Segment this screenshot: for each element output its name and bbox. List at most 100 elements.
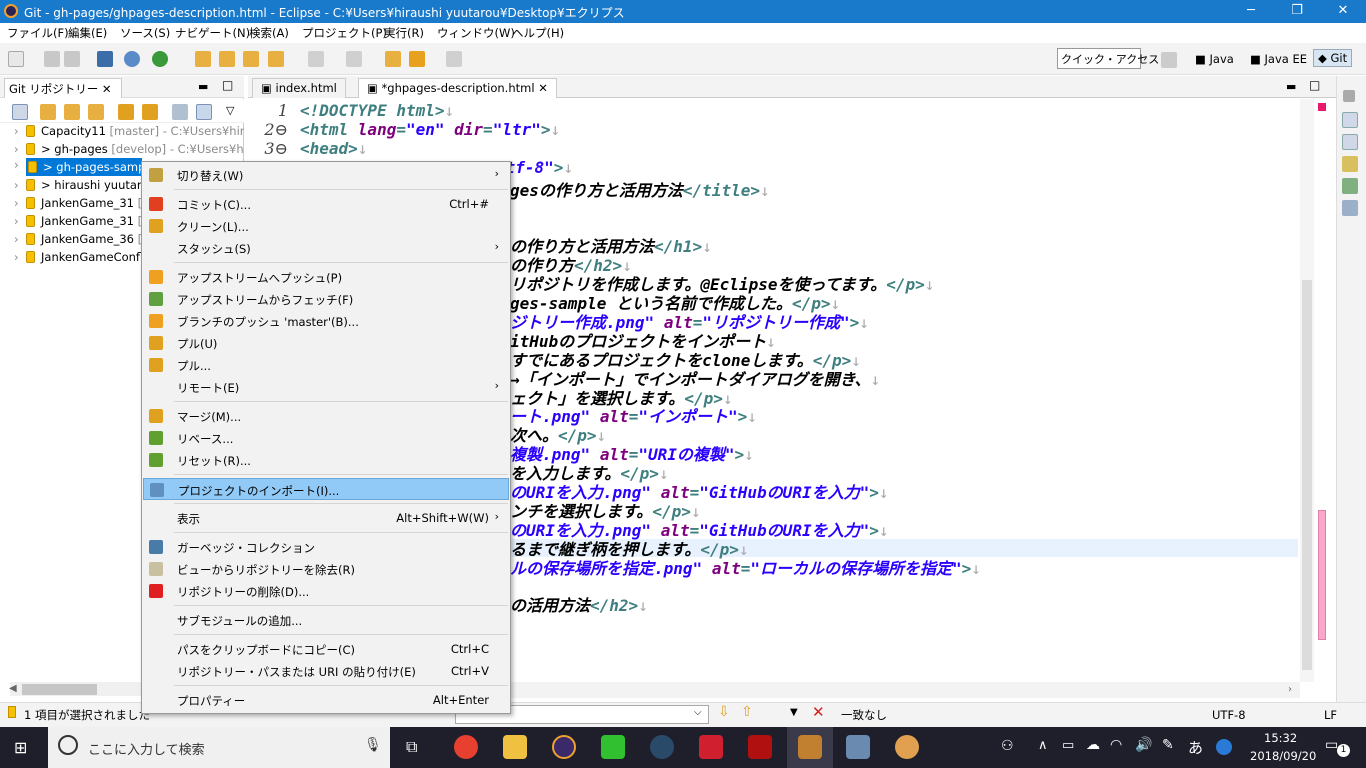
minimize-button[interactable]: ─ bbox=[1228, 0, 1274, 23]
menu-item[interactable]: ガーベッジ・コレクション bbox=[143, 536, 509, 558]
filter-icon[interactable] bbox=[196, 104, 212, 120]
list-item[interactable]: ›JankenGame_36 [r bbox=[14, 230, 142, 248]
list-item[interactable]: ›JankenGame_31 [r bbox=[14, 194, 142, 212]
folder-icon[interactable] bbox=[268, 51, 284, 67]
scrollbar-thumb[interactable] bbox=[1302, 280, 1312, 670]
expand-arrow-icon[interactable]: › bbox=[14, 176, 26, 194]
wifi-icon[interactable]: ◠ bbox=[1110, 737, 1122, 753]
create-repo-icon[interactable] bbox=[88, 104, 104, 120]
list-item[interactable]: › JankenGameConfl bbox=[14, 248, 142, 266]
menu-item[interactable]: ブランチのプッシュ 'master'(B)... bbox=[143, 310, 509, 332]
menu-help[interactable]: ヘルプ(H) bbox=[512, 25, 564, 41]
add-repo-icon[interactable] bbox=[40, 104, 56, 120]
menu-file[interactable]: ファイル(F) bbox=[7, 25, 69, 41]
minimize-editor-icon[interactable]: ▬ bbox=[1286, 80, 1296, 93]
menu-item[interactable]: プロパティー Alt+Enter bbox=[143, 689, 509, 711]
prev-annotation-icon[interactable] bbox=[346, 51, 362, 67]
minimize-view-icon[interactable]: ▬ bbox=[198, 80, 208, 93]
line-icon[interactable] bbox=[601, 735, 625, 759]
menu-item[interactable]: リベース... bbox=[143, 427, 509, 449]
menu-item[interactable]: スタッシュ(S) › bbox=[143, 237, 509, 259]
menu-item[interactable]: マージ(M)... bbox=[143, 405, 509, 427]
forward-icon[interactable] bbox=[446, 51, 462, 67]
list-item-selected[interactable]: > gh-pages-samp bbox=[26, 158, 142, 176]
clock-time[interactable]: 15:32 bbox=[1264, 731, 1297, 745]
collapse-all-icon[interactable] bbox=[12, 104, 28, 120]
ime-mode[interactable]: あ bbox=[1188, 737, 1203, 758]
people-icon[interactable]: ⚇ bbox=[1001, 738, 1014, 754]
menu-item[interactable]: リポジトリーの削除(D)... bbox=[143, 580, 509, 602]
onedrive-icon[interactable]: ☁ bbox=[1086, 737, 1100, 753]
quick-access-input[interactable]: クイック・アクセス bbox=[1057, 48, 1159, 69]
eclipse-taskbar-icon[interactable] bbox=[552, 735, 576, 759]
microphone-icon[interactable]: 🎙 bbox=[364, 737, 382, 753]
save-icon[interactable] bbox=[44, 51, 60, 67]
volume-icon[interactable]: 🔊 bbox=[1135, 737, 1152, 753]
scroll-right-icon[interactable]: › bbox=[1288, 684, 1292, 695]
scroll-left-icon[interactable]: ◀ bbox=[9, 683, 17, 694]
history-icon[interactable] bbox=[1342, 178, 1358, 194]
expand-arrow-icon[interactable]: › bbox=[14, 158, 19, 172]
windows-start-icon[interactable]: ⊞ bbox=[14, 738, 32, 757]
open-type-icon[interactable] bbox=[195, 51, 211, 67]
menu-run[interactable]: 実行(R) bbox=[384, 25, 424, 41]
console-icon[interactable] bbox=[97, 51, 113, 67]
clock-date[interactable]: 2018/09/20 bbox=[1250, 749, 1316, 763]
menu-item[interactable]: プル... bbox=[143, 354, 509, 376]
menu-window[interactable]: ウィンドウ(W) bbox=[437, 25, 515, 41]
pen-icon[interactable]: ✎ bbox=[1162, 737, 1174, 753]
menu-project[interactable]: プロジェクト(P) bbox=[302, 25, 387, 41]
scrollbar-thumb[interactable] bbox=[22, 684, 97, 695]
file-explorer-icon[interactable] bbox=[503, 735, 527, 759]
view-menu-chevron-down-icon[interactable]: ▽ bbox=[226, 104, 234, 117]
find-dropdown-chevron-down-icon[interactable]: ⌵ bbox=[694, 707, 702, 718]
list-item[interactable]: › Capacity11 [master] - C:¥Users¥hiraus bbox=[14, 122, 244, 140]
expand-arrow-icon[interactable]: › bbox=[14, 230, 26, 248]
battery-icon[interactable]: ▭ bbox=[1062, 738, 1074, 753]
steam-icon[interactable] bbox=[650, 735, 674, 759]
last-edit-icon[interactable] bbox=[385, 51, 401, 67]
chrome-icon[interactable] bbox=[454, 735, 478, 759]
reflog-icon[interactable] bbox=[1342, 200, 1358, 216]
menu-search[interactable]: 検索(A) bbox=[249, 25, 289, 41]
restore-icon[interactable] bbox=[1343, 90, 1355, 102]
expand-arrow-icon[interactable]: › bbox=[14, 122, 26, 140]
staging-icon[interactable] bbox=[1342, 156, 1358, 172]
clone-repo-icon[interactable] bbox=[64, 104, 80, 120]
language-icon[interactable] bbox=[1216, 739, 1232, 755]
menu-navigate[interactable]: ナビゲート(N) bbox=[175, 25, 250, 41]
tasks-icon[interactable] bbox=[1342, 134, 1358, 150]
expand-arrow-icon[interactable]: › bbox=[14, 212, 26, 230]
chevron-up-icon[interactable]: ∧ bbox=[1038, 738, 1048, 753]
menu-item[interactable]: プル(U) bbox=[143, 332, 509, 354]
list-item[interactable]: › > hiraushi yuutar bbox=[14, 176, 142, 194]
perspective-git[interactable]: ◆ Git bbox=[1313, 49, 1353, 67]
maximize-view-icon[interactable]: □ bbox=[222, 78, 233, 92]
menu-item[interactable]: 切り替え(W) › bbox=[143, 164, 509, 186]
error-marker[interactable] bbox=[1318, 103, 1326, 111]
menu-item[interactable]: コミット(C)... Ctrl+# bbox=[143, 193, 509, 215]
tab-ghpages-description[interactable]: ▣ *ghpages-description.html ✕ bbox=[358, 78, 557, 98]
menu-item[interactable]: アップストリームからフェッチ(F) bbox=[143, 288, 509, 310]
find-next-icon[interactable]: ⇩ bbox=[718, 704, 730, 720]
find-prev-icon[interactable]: ⇧ bbox=[741, 704, 753, 720]
game-icon[interactable] bbox=[798, 735, 822, 759]
link-editor-icon[interactable] bbox=[142, 104, 158, 120]
open-task-icon[interactable] bbox=[219, 51, 235, 67]
new-icon[interactable] bbox=[8, 51, 24, 67]
open-perspective-icon[interactable] bbox=[1161, 52, 1177, 68]
outline-icon[interactable] bbox=[1342, 112, 1358, 128]
acrobat-icon[interactable] bbox=[748, 735, 772, 759]
settings-icon[interactable] bbox=[124, 51, 140, 67]
paint-icon[interactable] bbox=[895, 735, 919, 759]
list-item[interactable]: › > gh-pages [develop] - C:¥Users¥hira bbox=[14, 140, 244, 158]
hierarchy-icon[interactable] bbox=[172, 104, 188, 120]
list-item[interactable]: ›JankenGame_31 [r bbox=[14, 212, 142, 230]
expand-arrow-icon[interactable]: › bbox=[14, 140, 26, 158]
menu-item[interactable]: ビューからリポジトリーを除去(R) bbox=[143, 558, 509, 580]
menu-item[interactable]: プロジェクトのインポート(I)... bbox=[143, 478, 509, 500]
maximize-button[interactable]: ❐ bbox=[1274, 0, 1320, 23]
next-annotation-icon[interactable] bbox=[308, 51, 324, 67]
maximize-editor-icon[interactable]: □ bbox=[1309, 78, 1320, 92]
search-tool-icon[interactable] bbox=[243, 51, 259, 67]
